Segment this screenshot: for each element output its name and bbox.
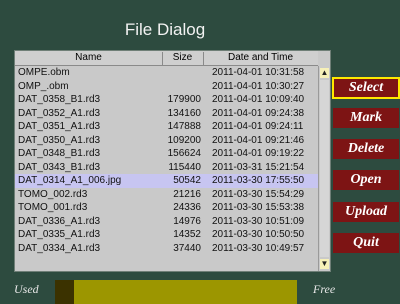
table-row[interactable]: DAT_0351_A1.rd3 147888 2011-04-01 09:24:11 bbox=[15, 120, 318, 134]
column-header-size[interactable]: Size bbox=[162, 52, 204, 65]
file-date: 2011-04-01 10:31:58 bbox=[212, 67, 305, 78]
storage-usage: Used Free bbox=[0, 276, 400, 304]
table-row[interactable]: TOMO_001.rd3 24336 2011-03-30 15:53:38 bbox=[15, 201, 318, 215]
file-size: 24336 bbox=[173, 202, 201, 213]
table-row[interactable]: TOMO_002.rd3 21216 2011-03-30 15:54:29 bbox=[15, 188, 318, 202]
file-name: OMP_.obm bbox=[18, 80, 69, 92]
file-size: 37440 bbox=[173, 242, 201, 254]
file-name: DAT_0334_A1.rd3 bbox=[18, 242, 101, 254]
file-date: 2011-03-31 15:21:54 bbox=[212, 161, 305, 173]
file-name: DAT_0350_A1.rd3 bbox=[18, 134, 101, 146]
table-row[interactable]: DAT_0358_B1.rd3 179900 2011-04-01 10:09:40 bbox=[15, 93, 318, 107]
storage-bar bbox=[55, 280, 297, 304]
file-name: TOMO_001.rd3 bbox=[18, 202, 88, 213]
file-size: 115440 bbox=[168, 161, 201, 173]
file-date: 2011-04-01 09:19:22 bbox=[212, 148, 305, 159]
file-date: 2011-04-01 09:21:46 bbox=[212, 134, 305, 146]
file-date: 2011-04-01 09:24:38 bbox=[212, 107, 305, 119]
table-row[interactable]: OMP_.obm 2011-04-01 10:30:27 bbox=[15, 80, 318, 94]
file-name: TOMO_002.rd3 bbox=[18, 188, 88, 200]
table-row[interactable]: DAT_0334_A1.rd3 37440 2011-03-30 10:49:57 bbox=[15, 242, 318, 256]
open-button[interactable]: Open bbox=[333, 170, 399, 190]
dialog-title: File Dialog bbox=[124, 20, 206, 39]
table-row[interactable]: DAT_0348_B1.rd3 156624 2011-04-01 09:19:22 bbox=[15, 147, 318, 161]
table-row[interactable]: DAT_0352_A1.rd3 134160 2011-04-01 09:24:38 bbox=[15, 107, 318, 121]
file-date: 2011-04-01 10:30:27 bbox=[212, 80, 305, 92]
select-button[interactable]: Select bbox=[332, 77, 400, 99]
file-size: 21216 bbox=[173, 188, 201, 200]
file-name: DAT_0336_A1.rd3 bbox=[18, 215, 101, 227]
used-label: Used bbox=[14, 282, 39, 296]
mark-button[interactable]: Mark bbox=[333, 108, 399, 128]
scroll-track[interactable] bbox=[320, 80, 329, 257]
table-row[interactable]: DAT_0336_A1.rd3 14976 2011-03-30 10:51:09 bbox=[15, 215, 318, 229]
file-list: OMPE.obm 2011-04-01 10:31:58 OMP_.obm 2011-… bbox=[15, 66, 318, 255]
free-label: Free bbox=[313, 282, 336, 296]
file-size: 147888 bbox=[167, 121, 201, 132]
delete-button[interactable]: Delete bbox=[333, 139, 399, 159]
file-date: 2011-03-30 10:49:57 bbox=[212, 242, 305, 254]
file-name: DAT_0358_B1.rd3 bbox=[18, 94, 101, 105]
file-name: DAT_0348_B1.rd3 bbox=[18, 148, 101, 159]
file-name: DAT_0314_A1_006.jpg bbox=[18, 175, 122, 186]
upload-button[interactable]: Upload bbox=[333, 202, 399, 222]
table-row[interactable]: DAT_0343_B1.rd3 115440 2011-03-31 15:21:54 bbox=[15, 161, 318, 175]
file-size: 14976 bbox=[173, 215, 201, 227]
file-name: DAT_0351_A1.rd3 bbox=[18, 121, 101, 132]
file-size: 179900 bbox=[167, 94, 201, 105]
column-header-date[interactable]: Date and Time bbox=[203, 52, 318, 65]
file-date: 2011-03-30 15:54:29 bbox=[212, 188, 305, 200]
column-header-name[interactable]: Name bbox=[15, 52, 163, 65]
file-name: DAT_0343_B1.rd3 bbox=[18, 161, 101, 173]
quit-button[interactable]: Quit bbox=[333, 233, 399, 253]
file-size: 14352 bbox=[173, 229, 201, 240]
file-name: DAT_0335_A1.rd3 bbox=[18, 229, 101, 240]
file-date: 2011-03-30 10:51:09 bbox=[212, 215, 305, 227]
file-size: 134160 bbox=[167, 107, 201, 119]
file-size: 156624 bbox=[167, 148, 201, 159]
file-size: 50542 bbox=[173, 175, 201, 186]
file-date: 2011-04-01 09:24:11 bbox=[212, 121, 304, 132]
table-header: Name Size Date and Time bbox=[15, 51, 318, 66]
scroll-up-icon[interactable]: ▲ bbox=[320, 68, 329, 78]
file-list-panel: Name Size Date and Time OMPE.obm 2011-04-… bbox=[14, 50, 331, 272]
file-date: 2011-03-30 10:50:50 bbox=[212, 229, 305, 240]
file-date: 2011-03-30 17:55:50 bbox=[212, 175, 305, 186]
table-row[interactable]: OMPE.obm 2011-04-01 10:31:58 bbox=[15, 66, 318, 80]
scrollbar[interactable]: ▲ ▼ bbox=[318, 66, 330, 271]
table-row[interactable]: DAT_0314_A1_006.jpg 50542 2011-03-30 17:55… bbox=[15, 174, 318, 188]
file-date: 2011-04-01 10:09:40 bbox=[212, 94, 305, 105]
table-row[interactable]: DAT_0335_A1.rd3 14352 2011-03-30 10:50:50 bbox=[15, 228, 318, 242]
table-row[interactable]: DAT_0350_A1.rd3 109200 2011-04-01 09:21:46 bbox=[15, 134, 318, 148]
storage-used-fill bbox=[55, 280, 75, 304]
file-name: DAT_0352_A1.rd3 bbox=[18, 107, 101, 119]
scroll-down-icon[interactable]: ▼ bbox=[320, 259, 329, 269]
file-name: OMPE.obm bbox=[18, 67, 70, 78]
file-size: 109200 bbox=[167, 134, 201, 146]
file-date: 2011-03-30 15:53:38 bbox=[212, 202, 305, 213]
